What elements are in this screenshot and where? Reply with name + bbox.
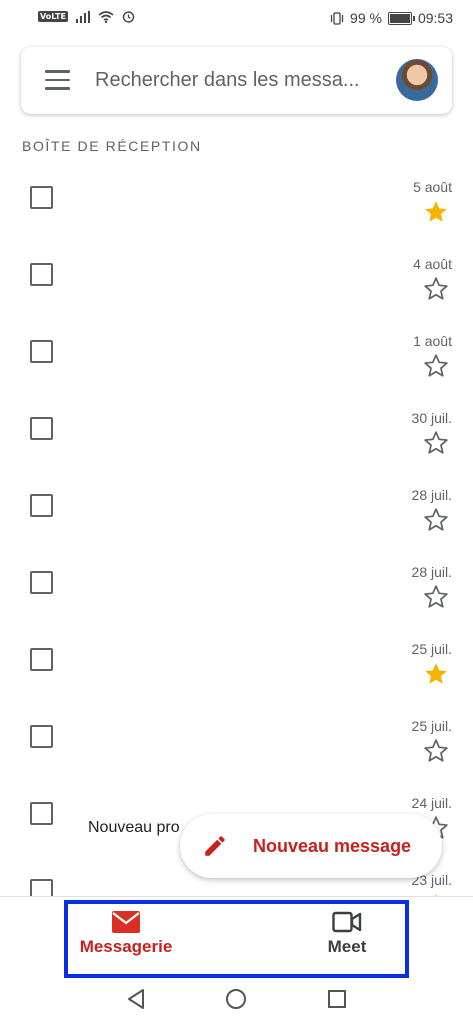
row-date: 30 juil. [411, 410, 452, 426]
signal-icon [75, 10, 90, 23]
wifi-icon [98, 10, 114, 23]
row-date: 1 août [413, 333, 452, 349]
star-icon[interactable] [423, 199, 449, 225]
search-bar[interactable]: Rechercher dans les messa... [21, 47, 452, 114]
status-bar: VoLTE 99 % 09:53 [0, 0, 473, 36]
battery-percent: 99 % [350, 10, 382, 26]
back-icon[interactable] [125, 988, 147, 1010]
list-item[interactable]: 30 juil. [0, 410, 473, 487]
row-snippet: Nouveau pro [88, 819, 180, 836]
list-item[interactable]: 28 juil. [0, 487, 473, 564]
row-checkbox[interactable] [30, 802, 53, 825]
bottom-nav: Messagerie Meet [0, 896, 473, 981]
battery-fill [389, 13, 410, 23]
compose-button[interactable]: Nouveau message [180, 814, 442, 878]
list-item[interactable]: 5 août [0, 179, 473, 256]
pencil-icon [205, 836, 225, 856]
row-date: 4 août [413, 256, 452, 272]
list-item[interactable]: 4 août [0, 256, 473, 333]
row-checkbox[interactable] [30, 648, 53, 671]
compose-label: Nouveau message [253, 836, 412, 856]
home-icon[interactable] [225, 988, 247, 1010]
row-date: 28 juil. [411, 487, 452, 503]
star-icon[interactable] [423, 353, 449, 379]
status-right: 99 % 09:53 [330, 10, 453, 26]
star-icon[interactable] [423, 430, 449, 456]
volte-badge: VoLTE [38, 11, 68, 22]
star-icon[interactable] [423, 507, 449, 533]
status-left: VoLTE [38, 10, 135, 23]
row-checkbox[interactable] [30, 725, 53, 748]
alarm-icon [122, 11, 135, 23]
mail-icon [112, 911, 140, 933]
vibrate-icon [330, 11, 344, 25]
recents-icon[interactable] [326, 988, 348, 1010]
row-checkbox[interactable] [30, 571, 53, 594]
video-camera-icon [332, 911, 362, 933]
row-date: 25 juil. [411, 641, 452, 657]
battery-icon [387, 11, 415, 25]
nav-mail-label: Messagerie [79, 937, 173, 956]
star-icon[interactable] [423, 276, 449, 302]
nav-meet-label: Meet [327, 937, 367, 956]
nav-meet-tab[interactable]: Meet [297, 911, 397, 957]
row-date: 25 juil. [411, 718, 452, 734]
list-item[interactable]: 25 juil. [0, 718, 473, 795]
avatar[interactable] [396, 59, 438, 101]
nav-mail-tab[interactable]: Messagerie [76, 911, 176, 957]
row-checkbox[interactable] [30, 186, 53, 209]
section-title: BOÎTE DE RÉCEPTION [22, 138, 202, 154]
row-checkbox[interactable] [30, 417, 53, 440]
row-date: 28 juil. [411, 564, 452, 580]
row-date: 24 juil. [411, 795, 452, 811]
star-icon[interactable] [423, 661, 449, 687]
search-input[interactable]: Rechercher dans les messa... [95, 69, 375, 92]
menu-icon[interactable] [45, 70, 70, 90]
row-checkbox[interactable] [30, 340, 53, 363]
row-checkbox[interactable] [30, 494, 53, 517]
system-nav-bar [0, 980, 473, 1024]
row-checkbox[interactable] [30, 263, 53, 286]
list-item[interactable]: 1 août [0, 333, 473, 410]
star-icon[interactable] [423, 584, 449, 610]
row-date: 5 août [413, 179, 452, 195]
list-item[interactable]: 28 juil. [0, 564, 473, 641]
star-icon[interactable] [423, 738, 449, 764]
clock: 09:53 [417, 10, 453, 26]
list-item[interactable]: 25 juil. [0, 641, 473, 718]
